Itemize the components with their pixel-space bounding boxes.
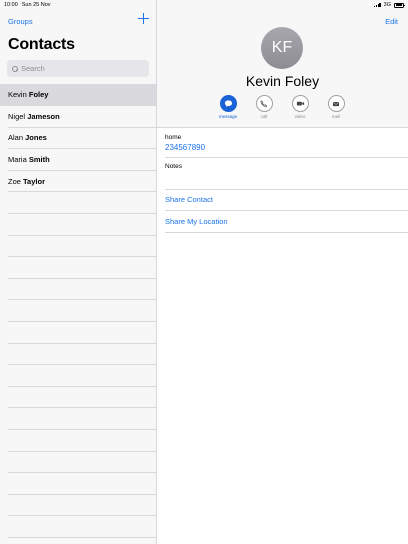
share-contact-label: Share Contact	[165, 195, 213, 205]
avatar: KF	[261, 27, 303, 69]
contact-first-name: Maria	[8, 155, 27, 165]
groups-button[interactable]: Groups	[8, 17, 33, 26]
empty-row	[0, 365, 156, 387]
empty-row	[0, 451, 156, 473]
empty-row	[0, 343, 156, 365]
empty-list-rows	[0, 192, 156, 538]
signal-icon	[374, 3, 381, 7]
contact-detail: Edit KF Kevin Foley message call video m…	[157, 0, 408, 544]
contact-name: Kevin Foley	[245, 73, 320, 89]
notes-label: Notes	[165, 162, 182, 170]
sidebar-toolbar: Groups	[0, 12, 156, 30]
contact-row-nigel-jameson[interactable]: Nigel Jameson	[0, 106, 156, 128]
empty-row	[0, 386, 156, 408]
network-type: 3G	[383, 2, 391, 8]
contact-info: home 234567890 Notes Share Contact Share…	[157, 128, 408, 232]
contact-row-kevin-foley[interactable]: Kevin Foley	[0, 84, 156, 106]
empty-row	[0, 494, 156, 516]
contact-last-name: Jameson	[27, 111, 60, 121]
avatar-initials: KF	[271, 39, 293, 56]
page-title: Contacts	[8, 36, 75, 53]
contact-list: Kevin Foley Nigel Jameson Alan Jones Mar…	[0, 84, 156, 192]
empty-row	[0, 408, 156, 430]
contact-first-name: Zoe	[8, 176, 21, 186]
search-bar[interactable]	[7, 60, 149, 77]
empty-row	[0, 430, 156, 452]
empty-row	[0, 214, 156, 236]
empty-row	[0, 192, 156, 214]
empty-row	[0, 278, 156, 300]
status-left: 10:00 Sun 25 Nov	[4, 2, 51, 8]
contact-last-name: Foley	[28, 90, 49, 100]
contact-actions: message call video mail	[217, 95, 347, 119]
message-button[interactable]: message	[217, 95, 239, 119]
video-button[interactable]: video	[289, 95, 311, 119]
empty-row	[0, 300, 156, 322]
mail-label: mail	[331, 114, 341, 119]
status-date: Sun 25 Nov	[21, 2, 51, 8]
mail-icon	[327, 95, 345, 112]
contact-last-name: Smith	[28, 155, 50, 165]
add-contact-icon[interactable]	[138, 13, 149, 24]
phone-number-link[interactable]: 234567890	[165, 143, 408, 152]
contact-row-alan-jones[interactable]: Alan Jones	[0, 127, 156, 149]
video-label: video	[294, 114, 306, 119]
contact-last-name: Taylor	[23, 176, 45, 186]
search-input[interactable]	[21, 64, 141, 73]
share-location-label: Share My Location	[165, 217, 228, 227]
message-label: message	[218, 114, 238, 119]
call-button[interactable]: call	[253, 95, 275, 119]
edit-button[interactable]: Edit	[385, 17, 398, 26]
empty-row	[0, 516, 156, 538]
call-label: call	[260, 114, 268, 119]
status-time: 10:00	[4, 2, 18, 8]
share-location-link[interactable]: Share My Location	[157, 211, 408, 233]
empty-row	[0, 473, 156, 495]
status-bar: 10:00 Sun 25 Nov 3G	[0, 0, 408, 10]
video-icon	[291, 95, 309, 112]
battery-icon	[394, 2, 405, 8]
contact-first-name: Alan	[8, 133, 24, 143]
notes-field[interactable]: Notes	[157, 158, 408, 189]
mail-button[interactable]: mail	[325, 95, 347, 119]
empty-row	[0, 257, 156, 279]
search-icon	[12, 65, 18, 72]
phone-field[interactable]: home 234567890	[157, 128, 408, 157]
phone-icon	[255, 95, 273, 112]
contact-last-name: Jones	[25, 133, 47, 143]
contact-first-name: Kevin	[8, 90, 27, 100]
contact-first-name: Nigel	[8, 111, 26, 121]
status-right: 3G	[374, 2, 405, 8]
contact-row-zoe-taylor[interactable]: Zoe Taylor	[0, 170, 156, 192]
empty-row	[0, 322, 156, 344]
contact-row-maria-smith[interactable]: Maria Smith	[0, 149, 156, 171]
share-contact-link[interactable]: Share Contact	[157, 189, 408, 211]
empty-row	[0, 235, 156, 257]
contacts-sidebar: Groups Contacts Kevin Foley Nigel Jameso…	[0, 0, 157, 544]
phone-label: home	[165, 134, 182, 141]
message-icon	[219, 95, 237, 112]
